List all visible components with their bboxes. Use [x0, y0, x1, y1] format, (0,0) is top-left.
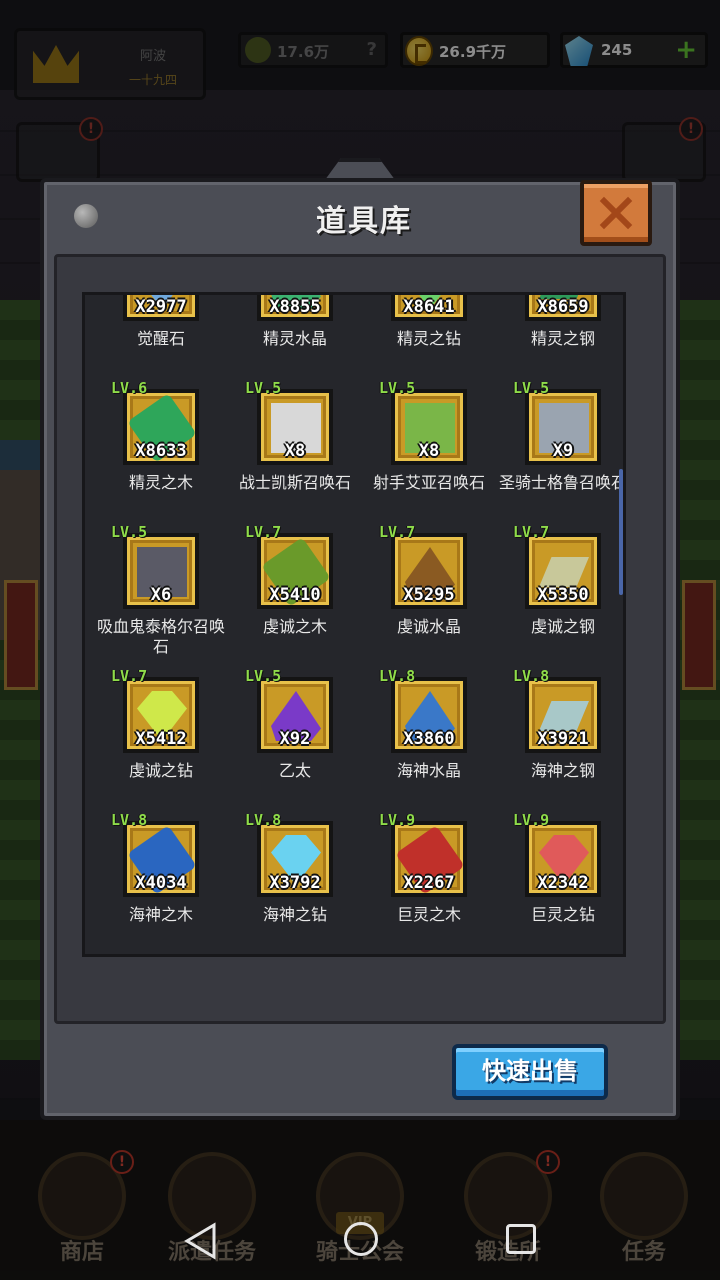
item-count: X2977 — [135, 297, 187, 317]
inventory-item[interactable]: LV.8 X3860 海神水晶 — [363, 667, 495, 811]
item-level: LV.5 — [513, 379, 550, 397]
inventory-item[interactable]: LV.5 X8 射手艾亚召唤石 — [363, 379, 495, 523]
inventory-item[interactable]: LV.7 X5412 虔诚之钻 — [95, 667, 227, 811]
item-name: 海神之钻 — [262, 905, 327, 924]
inventory-item[interactable]: LV.5 X9 圣骑士格鲁召唤石 — [497, 379, 626, 523]
item-name: 精灵水晶 — [262, 329, 327, 348]
item-name: 虔诚水晶 — [396, 617, 461, 636]
inventory-item[interactable]: LV.8 X4034 海神之木 — [95, 811, 227, 954]
item-level: LV.8 — [245, 811, 282, 829]
item-level: LV.9 — [513, 811, 550, 829]
item-name: 虔诚之钻 — [128, 761, 193, 780]
system-nav-bar — [0, 1208, 720, 1280]
item-level: LV.7 — [379, 523, 416, 541]
item-count: X2267 — [403, 873, 455, 893]
item-level: LV.8 — [111, 811, 148, 829]
item-name: 战士凯斯召唤石 — [238, 473, 351, 492]
item-count: X6 — [150, 585, 172, 605]
item-count: X8855 — [269, 297, 321, 317]
recent-apps-icon[interactable] — [506, 1224, 536, 1254]
item-storage-dialog: 道具库 X2977 觉醒石 X8855 精灵水晶 X8641 精灵之钻 X865… — [40, 178, 680, 1120]
item-level: LV.9 — [379, 811, 416, 829]
item-level: LV.5 — [111, 523, 148, 541]
item-name: 巨灵之钻 — [530, 905, 595, 924]
inventory-item[interactable]: LV.9 X2267 巨灵之木 — [363, 811, 495, 954]
item-level: LV.7 — [245, 523, 282, 541]
item-count: X8633 — [135, 441, 187, 461]
item-count: X9 — [552, 441, 574, 461]
item-count: X5410 — [269, 585, 321, 605]
item-grid[interactable]: X2977 觉醒石 X8855 精灵水晶 X8641 精灵之钻 X8659 精灵之钢 LV.6 X… — [82, 292, 626, 957]
item-name: 圣骑士格鲁召唤石 — [498, 473, 626, 492]
item-count: X2342 — [537, 873, 589, 893]
item-count: X4034 — [135, 873, 187, 893]
item-name: 海神之木 — [128, 905, 193, 924]
inventory-item[interactable]: X2977 觉醒石 — [95, 295, 227, 379]
inventory-item[interactable]: LV.6 X8633 精灵之木 — [95, 379, 227, 523]
item-name: 乙太 — [278, 761, 311, 780]
home-icon[interactable] — [344, 1222, 378, 1256]
item-level: LV.8 — [379, 667, 416, 685]
inventory-item[interactable]: LV.8 X3792 海神之钻 — [229, 811, 361, 954]
inventory-item[interactable]: LV.7 X5350 虔诚之钢 — [497, 523, 623, 667]
item-count: X5412 — [135, 729, 187, 749]
item-count: X8641 — [403, 297, 455, 317]
item-name: 精灵之木 — [128, 473, 193, 492]
inventory-item[interactable]: LV.7 X5295 虔诚水晶 — [363, 523, 495, 667]
inventory-item[interactable]: X8855 精灵水晶 — [229, 295, 361, 379]
inventory-item[interactable]: LV.5 X92 乙太 — [229, 667, 361, 811]
item-level: LV.6 — [111, 379, 148, 397]
item-count: X5295 — [403, 585, 455, 605]
item-name: 虔诚之钢 — [530, 617, 595, 636]
item-level: LV.5 — [245, 379, 282, 397]
inventory-item[interactable]: X8659 精灵之钢 — [497, 295, 623, 379]
inventory-item[interactable]: LV.7 X5410 虔诚之木 — [229, 523, 361, 667]
item-name: 精灵之钻 — [396, 329, 461, 348]
inventory-item[interactable]: LV.5 X6 吸血鬼泰格尔召唤石 — [95, 523, 227, 667]
item-name: 海神水晶 — [396, 761, 461, 780]
item-level: LV.7 — [111, 667, 148, 685]
item-name: 海神之钢 — [530, 761, 595, 780]
item-count: X3792 — [269, 873, 321, 893]
item-level: LV.7 — [513, 523, 550, 541]
item-count: X92 — [279, 729, 311, 749]
item-level: LV.5 — [245, 667, 282, 685]
inventory-item[interactable]: X8641 精灵之钻 — [363, 295, 495, 379]
item-count: X8659 — [537, 297, 589, 317]
item-count: X5350 — [537, 585, 589, 605]
item-name: 射手艾亚召唤石 — [372, 473, 485, 492]
close-button[interactable] — [580, 180, 652, 246]
item-name: 巨灵之木 — [396, 905, 461, 924]
item-count: X8 — [418, 441, 440, 461]
scrollbar[interactable] — [619, 469, 623, 595]
inventory-item[interactable]: LV.5 X8 战士凯斯召唤石 — [229, 379, 361, 523]
item-count: X3860 — [403, 729, 455, 749]
item-name: 觉醒石 — [136, 329, 185, 348]
item-level: LV.8 — [513, 667, 550, 685]
quick-sell-button[interactable]: 快速出售 — [452, 1044, 608, 1100]
item-count: X3921 — [537, 729, 589, 749]
item-name: 精灵之钢 — [530, 329, 595, 348]
item-count: X8 — [284, 441, 306, 461]
item-name: 虔诚之木 — [262, 617, 327, 636]
back-icon[interactable] — [184, 1222, 218, 1260]
inventory-item[interactable]: LV.9 X2342 巨灵之钻 — [497, 811, 623, 954]
item-level: LV.5 — [379, 379, 416, 397]
item-name: 吸血鬼泰格尔召唤石 — [96, 617, 225, 656]
inventory-item[interactable]: LV.8 X3921 海神之钢 — [497, 667, 623, 811]
